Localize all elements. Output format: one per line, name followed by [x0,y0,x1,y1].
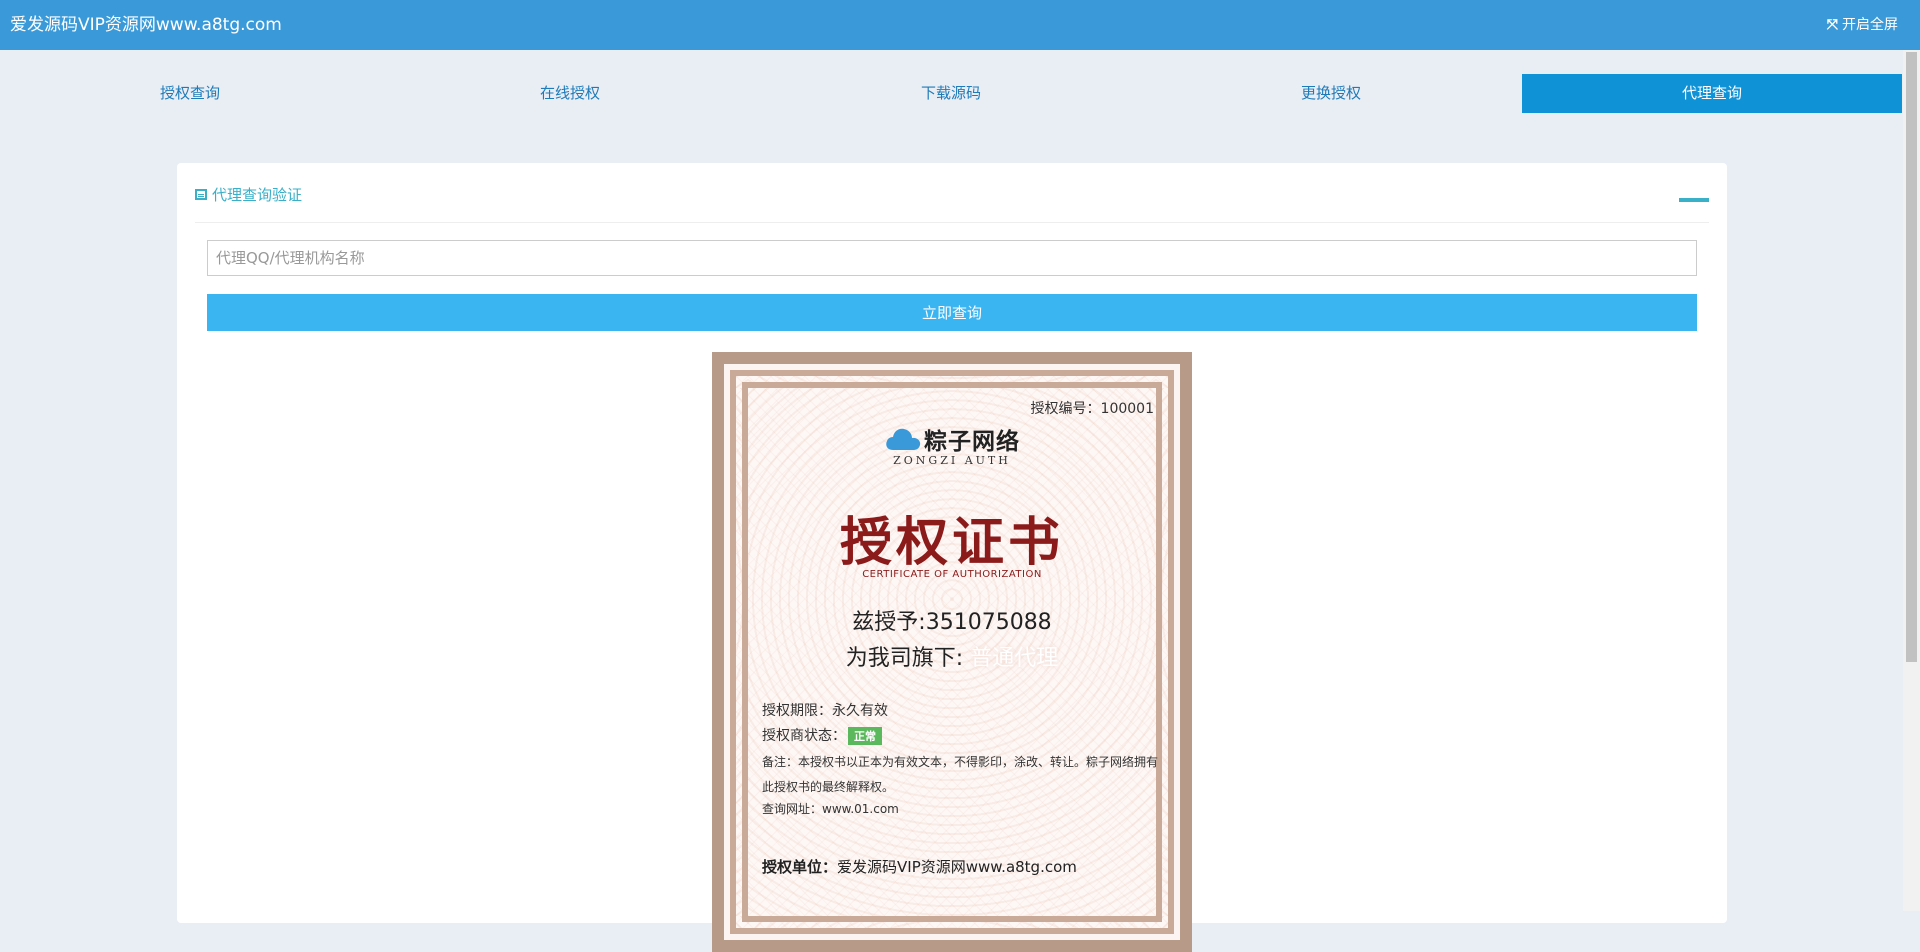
panel-title: 代理查询验证 [195,184,302,205]
tab-bar: 授权查询 在线授权 下载源码 更换授权 代理查询 [0,74,1903,113]
agent-query-panel: 代理查询验证 立即查询 授权编号：100001 粽子网络 ZONGZI AUTH… [177,163,1727,952]
certificate-logo: 粽子网络 ZONGZI AUTH [724,422,1180,467]
query-url: 查询网址：www.01.com [762,802,899,816]
tab-online-auth[interactable]: 在线授权 [380,74,760,113]
panel-title-text: 代理查询验证 [212,186,303,204]
expand-icon: ⤧ [1826,17,1838,33]
auth-unit: 授权单位：爱发源码VIP资源网www.a8tg.com [762,856,1077,877]
tab-auth-query[interactable]: 授权查询 [0,74,380,113]
auth-period: 授权期限：永久有效 [762,703,888,719]
fullscreen-button[interactable]: ⤧ 开启全屏 [1827,16,1898,34]
tab-change-auth[interactable]: 更换授权 [1141,74,1521,113]
query-button[interactable]: 立即查询 [207,294,1697,331]
grant-to: 兹授予:351075088 [852,610,1052,635]
collapse-button[interactable] [1679,198,1709,202]
grant-under: 为我司旗下: 普通代理 [724,640,1180,672]
list-icon [195,189,207,200]
scrollbar-thumb[interactable] [1906,52,1917,662]
status-label: 授权商状态： [762,728,846,744]
logo-subtext: ZONGZI AUTH [893,454,1011,467]
certificate-subtitle: CERTIFICATE OF AUTHORIZATION [862,569,1042,580]
agent-search-input[interactable] [207,240,1697,276]
certificate-content: 授权编号：100001 粽子网络 ZONGZI AUTH 授权证书 CERTIF… [724,364,1180,940]
logo-text: 粽子网络 [924,429,1020,455]
certificate-note: 备注：本授权书以正本为有效文本，不得影印，涂改、转让。粽子网络拥有此授权书的最终… [762,755,1159,794]
fullscreen-label: 开启全屏 [1842,17,1898,33]
app-title: 爱发源码VIP资源网www.a8tg.com [10,15,282,35]
grant-under-prefix: 为我司旗下: [845,646,964,671]
tab-download-source[interactable]: 下载源码 [761,74,1141,113]
top-bar: 爱发源码VIP资源网www.a8tg.com ⤧ 开启全屏 [0,0,1920,50]
unit-value: 爱发源码VIP资源网www.a8tg.com [837,858,1077,876]
agency-level: 普通代理 [970,646,1059,671]
status-badge: 正常 [848,727,882,745]
auth-status: 授权商状态： 正常 [762,725,1158,745]
panel-header: 代理查询验证 [195,163,1709,223]
tab-agent-query[interactable]: 代理查询 [1522,74,1902,113]
certificate-number: 授权编号：100001 [1030,401,1154,417]
unit-label: 授权单位： [762,858,838,876]
cloud-icon [886,428,921,450]
certificate-title: 授权证书 [839,512,1064,573]
authorization-certificate: 授权编号：100001 粽子网络 ZONGZI AUTH 授权证书 CERTIF… [712,352,1192,952]
